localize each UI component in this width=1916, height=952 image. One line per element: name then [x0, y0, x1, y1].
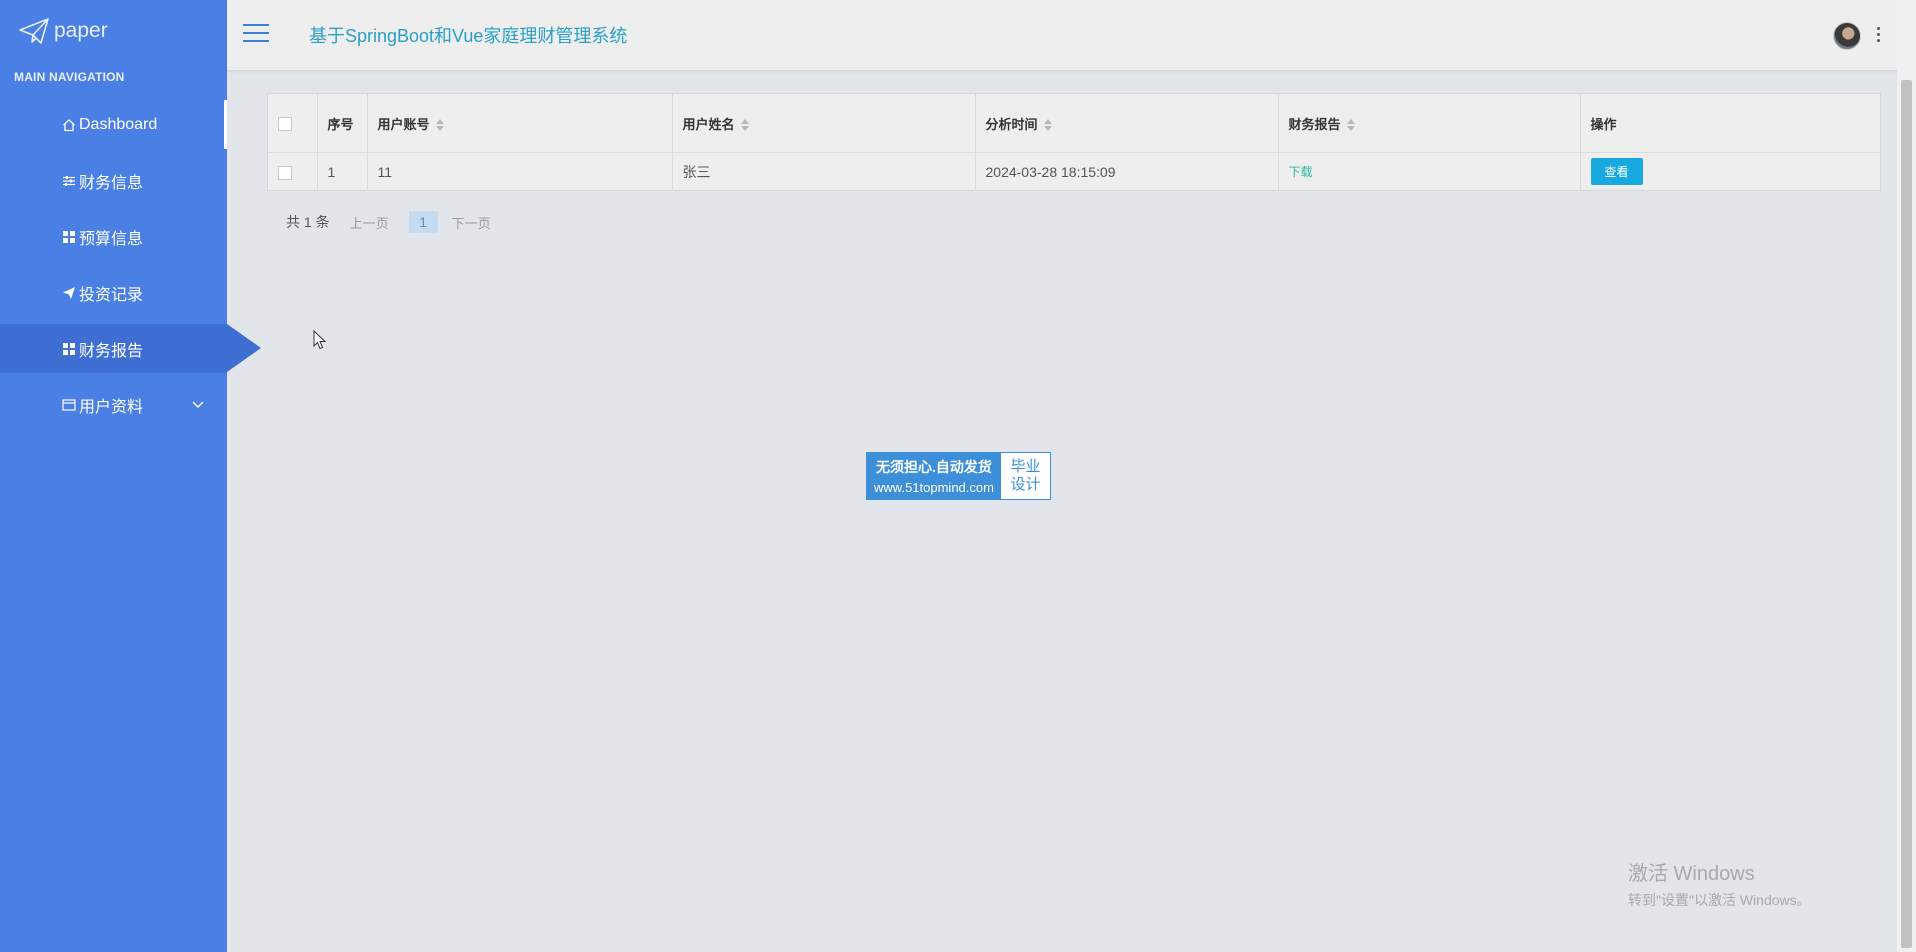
- more-vertical-icon[interactable]: [1875, 27, 1881, 43]
- download-link[interactable]: 下载: [1289, 165, 1313, 179]
- pagination: 共 1 条 上一页 1 下一页: [286, 211, 491, 233]
- sliders-icon: [60, 173, 77, 189]
- top-header: 基于SpringBoot和Vue家庭理财管理系统: [227, 0, 1897, 71]
- table-row: 1 11 张三 2024-03-28 18:15:09 下载 查看: [268, 152, 1880, 191]
- brand-name: paper: [54, 19, 108, 42]
- table-header-row: 序号 用户账号 用户姓名 分析时间 财务报告 操作: [268, 94, 1880, 153]
- windows-activation-notice: 激活 Windows 转到"设置"以激活 Windows。: [1628, 857, 1811, 910]
- prev-page-button[interactable]: 上一页: [350, 213, 389, 232]
- sort-icon[interactable]: [1346, 119, 1355, 132]
- sidebar-item-label: 用户资料: [79, 398, 144, 416]
- cell-action: 查看: [1580, 153, 1880, 191]
- column-header-name[interactable]: 用户姓名: [672, 94, 976, 153]
- sort-icon[interactable]: [435, 119, 444, 132]
- send-icon: [60, 285, 77, 301]
- sidebar-item-label: 投资记录: [79, 286, 144, 304]
- chevron-down-icon[interactable]: [191, 397, 205, 411]
- brand-logo[interactable]: paper: [18, 14, 108, 48]
- sidebar-item-user-profile[interactable]: 用户资料: [0, 380, 227, 429]
- sort-icon[interactable]: [1043, 119, 1052, 132]
- column-header-account[interactable]: 用户账号: [367, 94, 673, 153]
- view-button[interactable]: 查看: [1590, 158, 1643, 185]
- nav-heading: MAIN NAVIGATION: [14, 70, 125, 84]
- badge-right: 毕业 设计: [1001, 453, 1050, 499]
- select-all-checkbox[interactable]: [278, 116, 292, 131]
- pagination-total: 共 1 条: [286, 214, 330, 230]
- sidebar-item-label: 财务信息: [79, 174, 144, 192]
- paper-plane-icon: [19, 18, 49, 44]
- card-icon: [60, 397, 77, 413]
- sidebar-item-budget-info[interactable]: 预算信息: [0, 212, 227, 261]
- column-header-report[interactable]: 财务报告: [1278, 94, 1581, 153]
- mouse-cursor-icon: [313, 330, 327, 350]
- sidebar-item-finance-info[interactable]: 财务信息: [0, 156, 227, 205]
- avatar[interactable]: [1833, 22, 1861, 50]
- cell-report: 下载: [1278, 152, 1581, 190]
- grid-icon: [60, 229, 77, 245]
- scrollbar-thumb[interactable]: [1901, 80, 1912, 948]
- app-title: 基于SpringBoot和Vue家庭理财管理系统: [309, 26, 628, 46]
- cell-index: 1: [317, 152, 368, 190]
- sidebar-item-dashboard[interactable]: Dashboard: [0, 100, 227, 149]
- next-page-button[interactable]: 下一页: [452, 213, 491, 232]
- home-icon: [60, 117, 77, 133]
- cell-time: 2024-03-28 18:15:09: [975, 152, 1279, 190]
- sidebar-item-label: 预算信息: [79, 230, 144, 248]
- row-checkbox[interactable]: [278, 165, 292, 180]
- activation-title: 激活 Windows: [1628, 863, 1755, 885]
- row-select-cell: [268, 152, 318, 190]
- main-nav: Dashboard 财务信息 预算信息 投资记录 财务报告 用户资料: [0, 100, 261, 436]
- badge-right-line-2: 设计: [1010, 476, 1041, 493]
- activation-subtitle: 转到"设置"以激活 Windows。: [1628, 892, 1811, 908]
- sidebar: paper MAIN NAVIGATION Dashboard 财务信息 预算信…: [0, 0, 261, 952]
- sidebar-item-label: 财务报告: [79, 342, 144, 360]
- badge-left: 无须担心.自动发货 www.51topmind.com: [867, 453, 1001, 499]
- sidebar-item-finance-report[interactable]: 财务报告: [0, 324, 261, 373]
- watermark-badge: 无须担心.自动发货 www.51topmind.com 毕业 设计: [866, 452, 1051, 500]
- cell-name: 张三: [672, 152, 976, 190]
- sidebar-item-investment[interactable]: 投资记录: [0, 268, 227, 317]
- sort-icon[interactable]: [740, 119, 749, 132]
- cell-account: 11: [367, 152, 673, 190]
- menu-toggle-icon[interactable]: [243, 24, 269, 44]
- column-header-index: 序号: [317, 94, 368, 153]
- select-all-cell: [268, 94, 318, 153]
- grid-icon: [60, 341, 77, 357]
- column-header-action: 操作: [1580, 94, 1880, 153]
- badge-right-line-1: 毕业: [1010, 458, 1041, 475]
- badge-line-2: www.51topmind.com: [874, 480, 994, 495]
- page-number-button[interactable]: 1: [408, 211, 438, 233]
- sidebar-item-label: Dashboard: [79, 115, 158, 133]
- report-table: 序号 用户账号 用户姓名 分析时间 财务报告 操作 1 11 张三 2024-0…: [267, 93, 1881, 191]
- column-header-time[interactable]: 分析时间: [975, 94, 1279, 153]
- badge-line-1: 无须担心.自动发货: [876, 459, 992, 475]
